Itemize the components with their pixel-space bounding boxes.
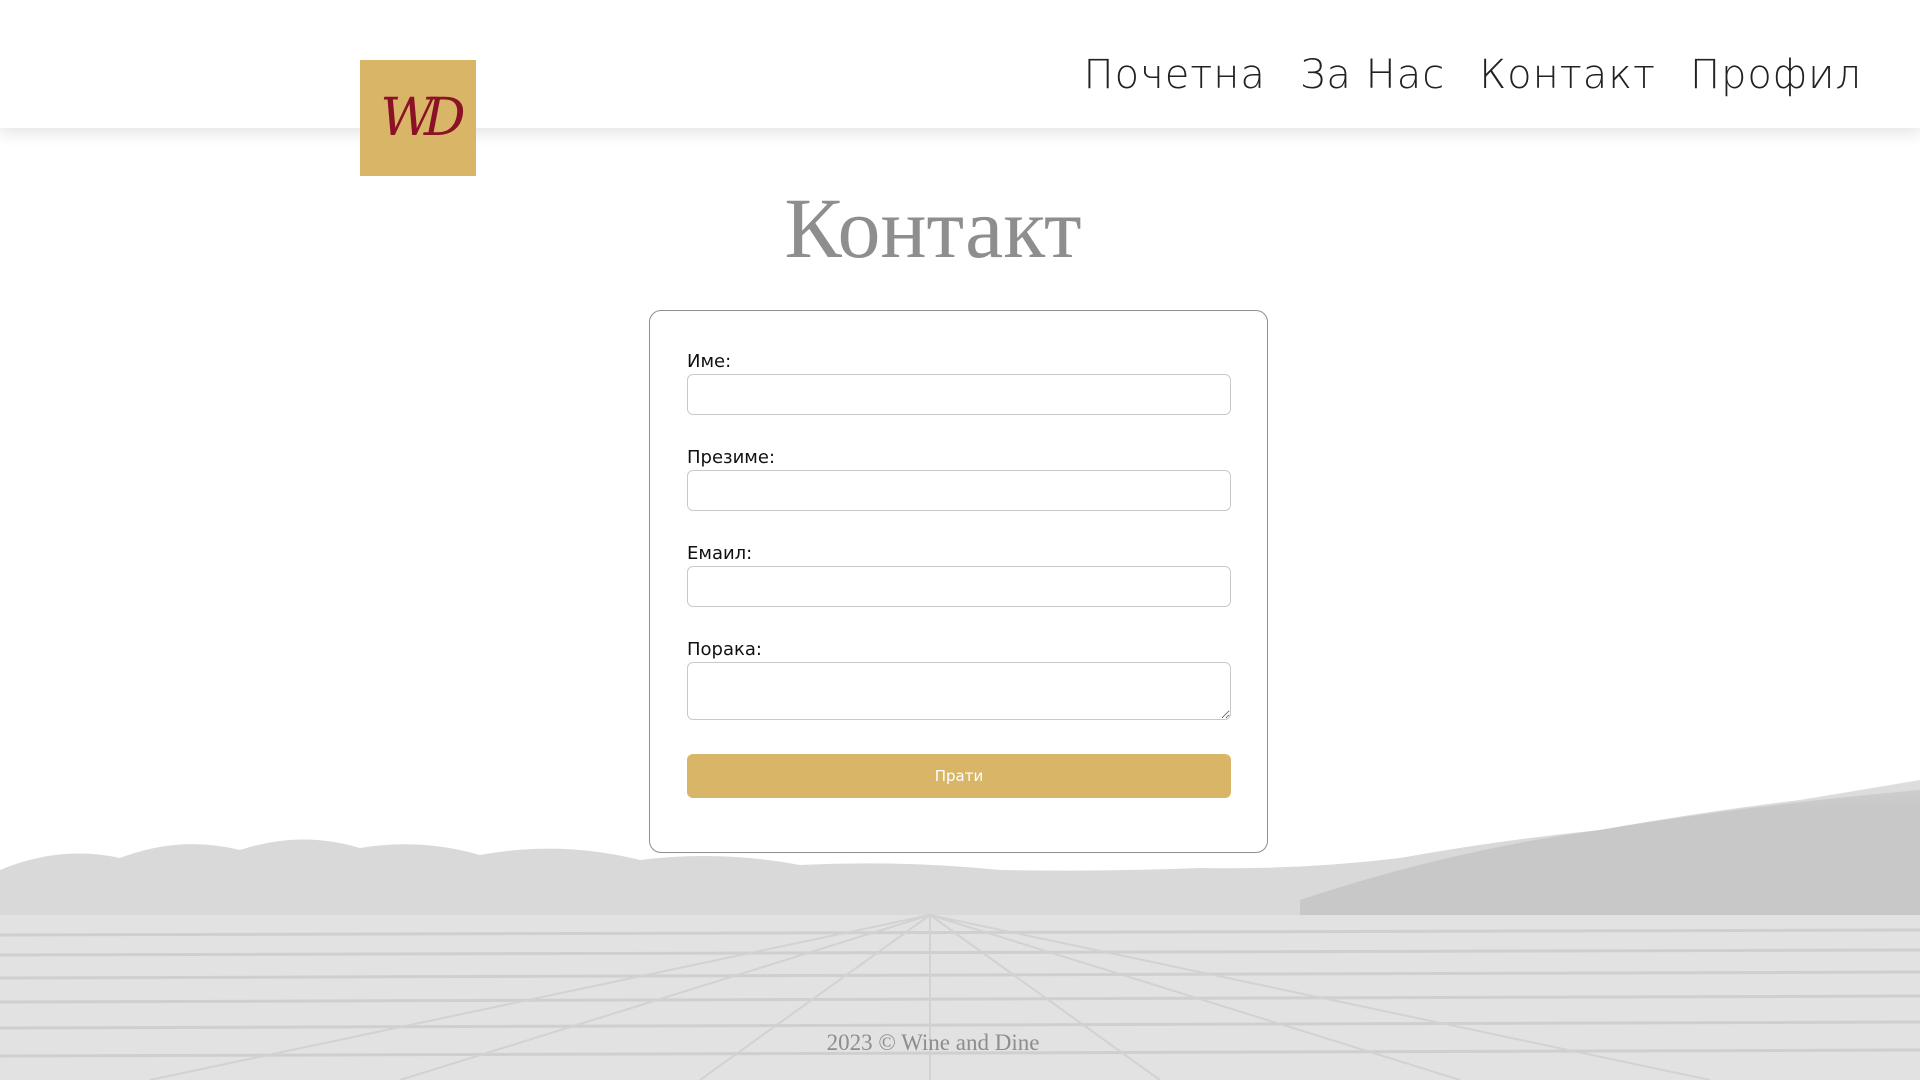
email-input[interactable]	[687, 566, 1231, 607]
email-label: Емаил:	[687, 543, 753, 564]
last-name-label: Презиме:	[687, 447, 776, 468]
nav-item-about[interactable]: За Нас	[1300, 52, 1445, 98]
nav-item-profile[interactable]: Профил	[1690, 52, 1862, 98]
nav-item-contact[interactable]: Контакт	[1479, 52, 1656, 98]
main-nav: Почетна За Нас Контакт Профил	[1084, 52, 1862, 98]
message-textarea[interactable]	[687, 662, 1231, 720]
logo-monogram: WD	[380, 88, 465, 148]
message-label: Порака:	[687, 639, 762, 660]
first-name-input[interactable]	[687, 374, 1231, 415]
page-title: Контакт	[784, 180, 1082, 276]
footer-copyright: 2023 © Wine and Dine	[826, 1030, 1040, 1055]
first-name-label: Име:	[687, 351, 732, 372]
contact-form: Име: Презиме: Емаил: Порака: Прати	[649, 310, 1268, 853]
last-name-input[interactable]	[687, 470, 1231, 511]
nav-item-home[interactable]: Почетна	[1084, 52, 1266, 98]
send-button[interactable]: Прати	[687, 754, 1231, 798]
site-logo[interactable]: WD	[360, 60, 476, 176]
